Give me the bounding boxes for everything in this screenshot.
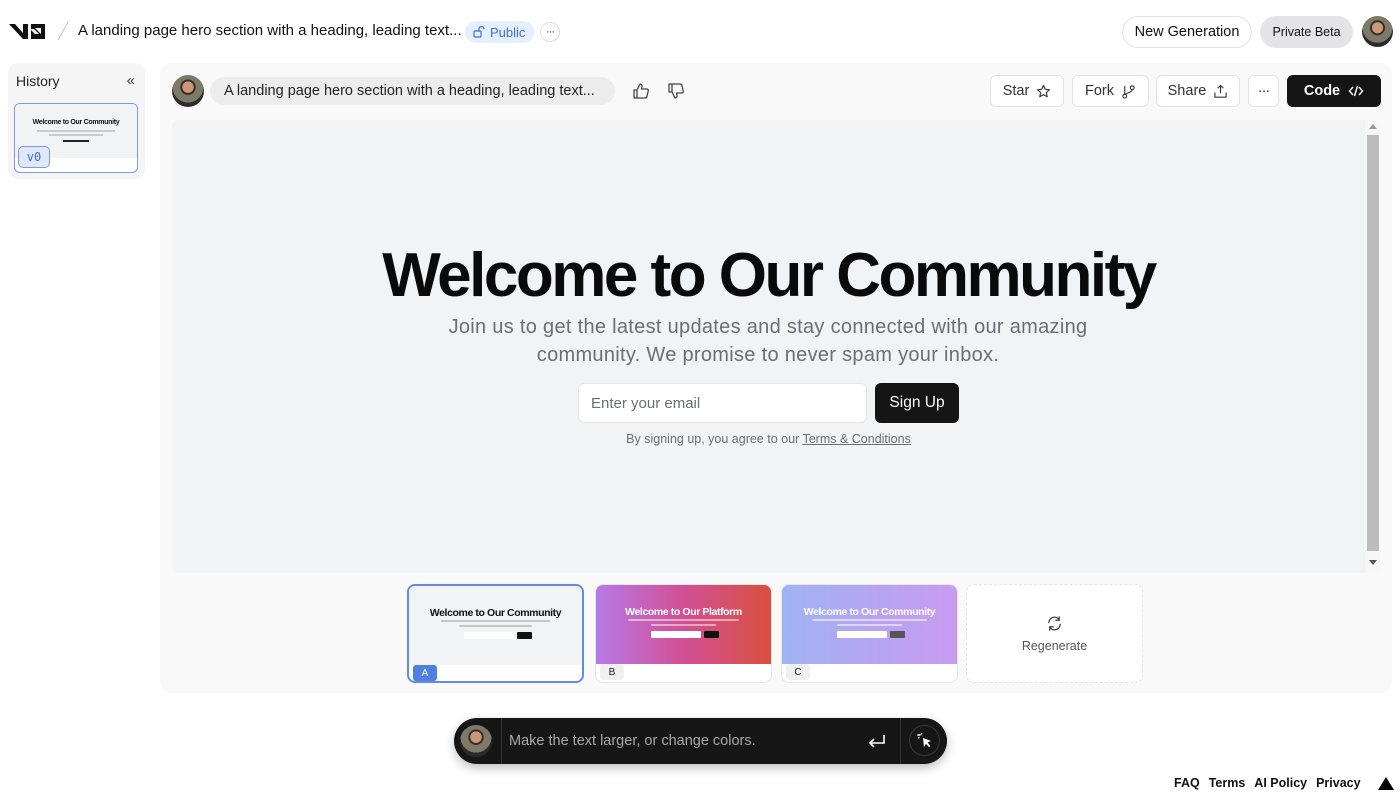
chat-user-avatar xyxy=(460,725,492,757)
star-label: Star xyxy=(1002,83,1030,99)
enter-icon[interactable] xyxy=(866,731,888,751)
preview-frame: Welcome to Our Community Join us to get … xyxy=(172,120,1380,573)
history-panel: History « Welcome to Our Community v0 xyxy=(8,63,145,179)
terms-notice: By signing up, you agree to our Terms & … xyxy=(172,432,1365,446)
thumbnail-line xyxy=(628,619,739,621)
user-avatar[interactable] xyxy=(1362,16,1393,47)
thumbnail-input xyxy=(651,631,701,638)
terms-link[interactable]: Terms & Conditions xyxy=(802,432,910,446)
fork-label: Fork xyxy=(1085,83,1114,99)
variant-label: B xyxy=(600,664,624,680)
variant-label: A xyxy=(413,665,437,681)
thumbnail-button xyxy=(704,631,719,638)
thumbs-up-button[interactable] xyxy=(630,80,652,102)
history-item[interactable]: Welcome to Our Community v0 xyxy=(14,103,138,173)
thumbnail-button xyxy=(890,631,905,638)
footer-link-privacy[interactable]: Privacy xyxy=(1316,776,1360,790)
private-beta-button[interactable]: Private Beta xyxy=(1260,16,1353,48)
share-button[interactable]: Share xyxy=(1156,75,1240,107)
footer-link-ai-policy[interactable]: AI Policy xyxy=(1254,776,1307,790)
variant-thumbnail: Welcome to Our Platform xyxy=(596,585,771,664)
scroll-thumb[interactable] xyxy=(1367,135,1379,551)
breadcrumb-separator xyxy=(57,21,69,41)
unlock-icon xyxy=(473,26,485,38)
divider xyxy=(501,718,502,764)
sign-up-button[interactable]: Sign Up xyxy=(875,383,959,423)
variant-thumbnail: Welcome to Our Community xyxy=(409,586,582,665)
variant-heading: Welcome to Our Community xyxy=(803,606,936,618)
terms-notice-text: By signing up, you agree to our xyxy=(626,432,803,446)
fork-button[interactable]: Fork xyxy=(1072,75,1149,107)
thumbnail-line xyxy=(812,619,927,621)
variant-label: C xyxy=(786,664,810,680)
git-fork-icon xyxy=(1122,84,1135,99)
v0-logo[interactable] xyxy=(8,20,48,42)
variant-card-a[interactable]: Welcome to Our Community A xyxy=(407,584,584,683)
star-icon xyxy=(1037,84,1051,97)
thumbnail-input xyxy=(837,631,887,638)
thumbnail-input xyxy=(464,632,514,639)
thumbs-up-icon xyxy=(633,83,649,99)
new-generation-button[interactable]: New Generation xyxy=(1122,16,1252,48)
cursor-select-icon xyxy=(916,732,931,747)
variant-card-b[interactable]: Welcome to Our Platform B xyxy=(595,584,772,683)
collapse-history-icon[interactable]: « xyxy=(127,72,135,89)
variant-card-c[interactable]: Welcome to Our Community C xyxy=(781,584,958,683)
star-button[interactable]: Star xyxy=(990,75,1064,107)
title-more-button[interactable]: ··· xyxy=(540,22,560,42)
thumbnail-line xyxy=(49,134,103,136)
footer-link-terms[interactable]: Terms xyxy=(1209,776,1246,790)
history-label: History xyxy=(16,73,60,89)
generation-title[interactable]: A landing page hero section with a headi… xyxy=(78,22,462,39)
history-thumbnail-heading: Welcome to Our Community xyxy=(32,119,120,126)
more-options-button[interactable]: ··· xyxy=(1248,75,1279,107)
variant-thumbnail: Welcome to Our Community xyxy=(782,585,957,664)
variant-heading: Welcome to Our Platform xyxy=(625,606,742,618)
thumbnail-button xyxy=(517,632,532,639)
version-badge: v0 xyxy=(18,146,50,168)
top-bar: A landing page hero section with a headi… xyxy=(0,0,1400,62)
thumbnail-line xyxy=(441,620,550,622)
hero-subtext: Join us to get the latest updates and st… xyxy=(448,316,1088,366)
email-input[interactable] xyxy=(578,383,867,423)
prompt-bar xyxy=(454,718,947,764)
thumbnail-line xyxy=(837,624,902,626)
footer-link-faq[interactable]: FAQ xyxy=(1174,776,1200,790)
refresh-icon xyxy=(1048,615,1061,631)
regenerate-button[interactable]: Regenerate xyxy=(966,584,1143,683)
code-button[interactable]: Code xyxy=(1287,75,1381,107)
variant-heading: Welcome to Our Community xyxy=(429,607,562,619)
code-icon xyxy=(1348,85,1364,97)
scroll-up-arrow[interactable] xyxy=(1369,124,1377,129)
main-panel: A landing page hero section with a headi… xyxy=(160,63,1392,693)
select-element-button[interactable] xyxy=(909,725,940,756)
footer: FAQ Terms AI Policy Privacy xyxy=(1174,776,1394,790)
visibility-badge[interactable]: Public xyxy=(465,21,535,43)
share-label: Share xyxy=(1167,83,1207,99)
preview-scrollbar[interactable] xyxy=(1365,120,1380,573)
share-icon xyxy=(1214,84,1228,98)
divider xyxy=(900,718,901,764)
thumbnail-line xyxy=(651,624,716,626)
thumbnail-line xyxy=(459,625,532,627)
prompt-author-avatar xyxy=(172,75,204,107)
thumbnail-line xyxy=(63,140,89,142)
visibility-label: Public xyxy=(490,24,526,40)
vercel-logo-icon[interactable] xyxy=(1377,776,1394,790)
scroll-down-arrow[interactable] xyxy=(1369,560,1377,565)
thumbs-down-button[interactable] xyxy=(665,80,687,102)
hero-heading: Welcome to Our Community xyxy=(382,241,1157,310)
code-label: Code xyxy=(1303,83,1341,99)
prompt-input[interactable] xyxy=(509,728,849,754)
thumbnail-line xyxy=(37,130,115,132)
regenerate-label: Regenerate xyxy=(1021,638,1088,653)
thumbs-down-icon xyxy=(668,83,684,99)
prompt-bubble[interactable]: A landing page hero section with a headi… xyxy=(210,77,615,105)
